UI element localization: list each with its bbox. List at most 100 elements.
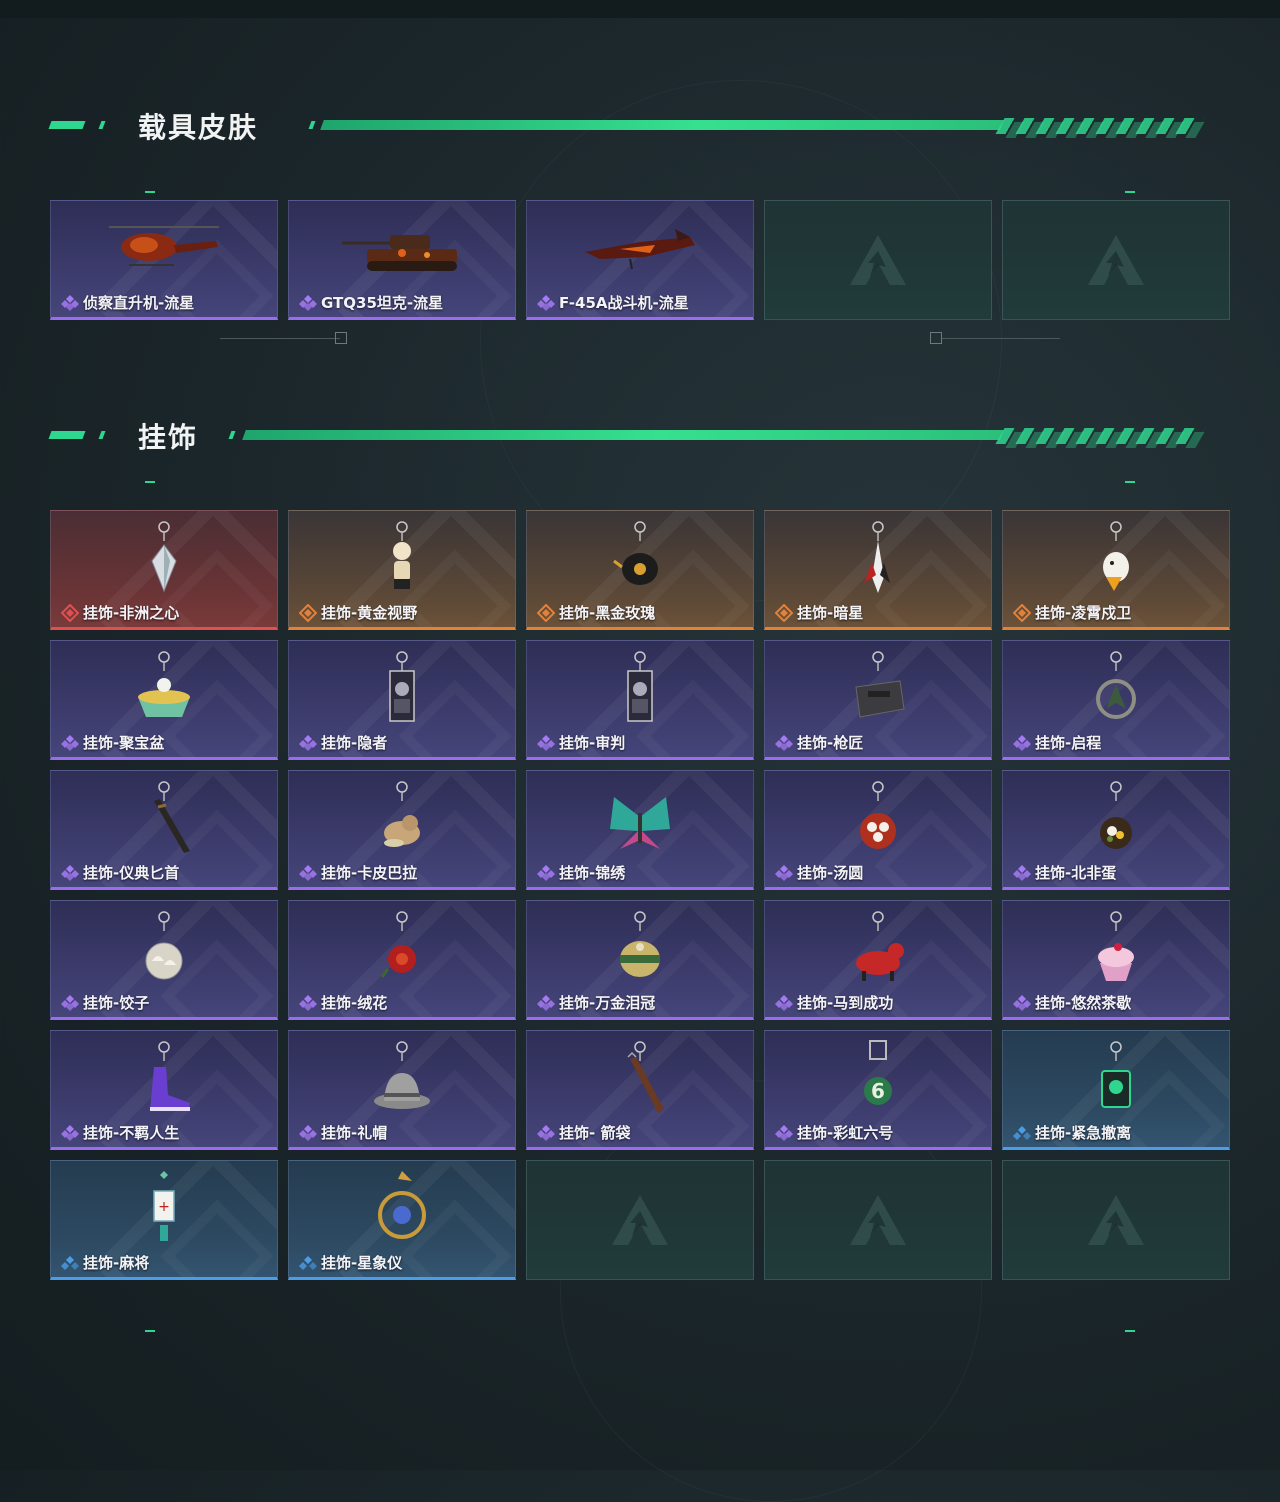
item-name: 挂饰-聚宝盆 xyxy=(83,734,165,752)
header-tick xyxy=(228,431,236,439)
item-name: 挂饰-不羁人生 xyxy=(83,1124,180,1142)
item-card[interactable]: 挂饰-聚宝盆 xyxy=(50,640,278,760)
tarot-card-icon xyxy=(342,647,462,729)
item-name: 挂饰-非洲之心 xyxy=(83,604,180,622)
tank-icon xyxy=(342,207,462,289)
top-bar xyxy=(0,0,1280,18)
item-label: 挂饰-星象仪 xyxy=(299,1252,402,1273)
item-label: 挂饰-审判 xyxy=(537,732,625,753)
item-card[interactable]: 6 挂饰-彩虹六号 xyxy=(764,1030,992,1150)
item-label: 挂饰- 箭袋 xyxy=(537,1122,630,1143)
section-title: 挂饰 xyxy=(138,421,199,454)
rarity-diamond-icon xyxy=(537,864,555,882)
charm-section-header: 挂饰 xyxy=(48,418,1210,458)
rarity-diamond-icon xyxy=(299,294,317,312)
vehicle-section-header: 载具皮肤 xyxy=(48,108,1210,148)
rarity-diamond-icon xyxy=(537,603,555,622)
item-label: 挂饰-紧急撤离 xyxy=(1013,1122,1131,1143)
astrolabe-icon xyxy=(342,1167,462,1249)
chick-charm-icon xyxy=(1056,517,1176,599)
item-name: 挂饰-饺子 xyxy=(83,994,150,1012)
item-name: 挂饰-礼帽 xyxy=(321,1124,388,1142)
item-name: 挂饰-北非蛋 xyxy=(1035,864,1117,882)
item-card[interactable]: 挂饰-不羁人生 xyxy=(50,1030,278,1150)
placeholder-logo-icon xyxy=(848,1193,908,1247)
item-name: F-45A战斗机-流星 xyxy=(559,294,689,312)
rarity-diamond-icon xyxy=(299,1254,317,1272)
item-card[interactable]: 挂饰-礼帽 xyxy=(288,1030,516,1150)
item-card[interactable]: F-45A战斗机-流星 xyxy=(526,200,754,320)
item-label: 挂饰-非洲之心 xyxy=(61,602,179,623)
item-card[interactable]: 挂饰-马到成功 xyxy=(764,900,992,1020)
item-card[interactable]: 侦察直升机-流星 xyxy=(50,200,278,320)
item-card[interactable]: 挂饰-启程 xyxy=(1002,640,1230,760)
item-card[interactable]: 挂饰-悠然茶歇 xyxy=(1002,900,1230,1020)
quiver-icon xyxy=(580,1037,700,1119)
header-tick xyxy=(98,431,106,439)
item-card[interactable]: 挂饰-绒花 xyxy=(288,900,516,1020)
item-label: 挂饰-麻将 xyxy=(61,1252,149,1273)
item-name: 挂饰-马到成功 xyxy=(797,994,894,1012)
helicopter-icon xyxy=(104,207,224,289)
item-name: 挂饰-隐者 xyxy=(321,734,388,752)
item-label: 挂饰-暗星 xyxy=(775,602,863,623)
header-checker xyxy=(995,432,1205,448)
item-card[interactable]: 挂饰-星象仪 xyxy=(288,1160,516,1280)
item-label: 挂饰-马到成功 xyxy=(775,992,893,1013)
item-card[interactable]: 挂饰-非洲之心 xyxy=(50,510,278,630)
item-card[interactable]: 挂饰-枪匠 xyxy=(764,640,992,760)
fighter-jet-icon xyxy=(580,207,700,289)
corner-mark xyxy=(1125,1330,1135,1332)
item-card[interactable]: 挂饰-锦绣 xyxy=(526,770,754,890)
crown-icon xyxy=(580,907,700,989)
item-card[interactable]: 挂饰-凌霄戍卫 xyxy=(1002,510,1230,630)
item-card[interactable]: + 挂饰-麻将 xyxy=(50,1160,278,1280)
item-label: 挂饰-锦绣 xyxy=(537,862,625,883)
header-line xyxy=(320,120,1004,130)
empty-slot xyxy=(1002,200,1230,320)
item-label: 侦察直升机-流星 xyxy=(61,292,194,313)
empty-slot xyxy=(764,200,992,320)
empty-slot xyxy=(526,1160,754,1280)
item-card[interactable]: 挂饰-饺子 xyxy=(50,900,278,1020)
rarity-diamond-icon xyxy=(299,1124,317,1142)
item-name: 挂饰-审判 xyxy=(559,734,626,752)
placeholder-logo-icon xyxy=(1086,233,1146,287)
charm-grid: 挂饰-非洲之心 挂饰-黄金视野 挂饰-黑金玫瑰 挂饰-暗星 挂饰-凌霄戍卫 挂饰-聚宝盆挂… xyxy=(50,510,1230,1280)
item-card[interactable]: 挂饰-北非蛋 xyxy=(1002,770,1230,890)
item-card[interactable]: 挂饰-万金泪冠 xyxy=(526,900,754,1020)
placeholder-logo-icon xyxy=(610,1193,670,1247)
rarity-diamond-icon xyxy=(775,603,793,622)
item-card[interactable]: 挂饰-汤圆 xyxy=(764,770,992,890)
item-card[interactable]: 挂饰-黑金玫瑰 xyxy=(526,510,754,630)
item-label: 挂饰-聚宝盆 xyxy=(61,732,164,753)
empty-slot xyxy=(1002,1160,1230,1280)
item-label: 挂饰-彩虹六号 xyxy=(775,1122,893,1143)
figure-charm-icon xyxy=(342,517,462,599)
bird-charm-icon xyxy=(818,517,938,599)
capybara-icon xyxy=(342,777,462,859)
item-card[interactable]: 挂饰-黄金视野 xyxy=(288,510,516,630)
item-card[interactable]: 挂饰-卡皮巴拉 xyxy=(288,770,516,890)
item-card[interactable]: 挂饰-紧急撤离 xyxy=(1002,1030,1230,1150)
item-card[interactable]: GTQ35坦克-流星 xyxy=(288,200,516,320)
header-tick xyxy=(98,121,106,129)
cupcake-icon xyxy=(1056,907,1176,989)
item-label: 挂饰-枪匠 xyxy=(775,732,863,753)
item-name: 挂饰-黑金玫瑰 xyxy=(559,604,656,622)
rarity-diamond-icon xyxy=(61,864,79,882)
item-card[interactable]: 挂饰- 箭袋 xyxy=(526,1030,754,1150)
rarity-diamond-icon xyxy=(1013,734,1031,752)
treasure-bowl-icon xyxy=(104,647,224,729)
corner-mark xyxy=(1125,191,1135,193)
item-label: 挂饰-绒花 xyxy=(299,992,387,1013)
header-line xyxy=(242,430,1004,440)
item-label: 挂饰-黑金玫瑰 xyxy=(537,602,655,623)
sneaker-icon xyxy=(104,1037,224,1119)
vehicle-grid: 侦察直升机-流星 GTQ35坦克-流星 F-45A战斗机-流星 xyxy=(50,200,1230,320)
item-card[interactable]: 挂饰-仪典匕首 xyxy=(50,770,278,890)
item-card[interactable]: 挂饰-审判 xyxy=(526,640,754,760)
item-card[interactable]: 挂饰-暗星 xyxy=(764,510,992,630)
butterfly-icon xyxy=(580,777,700,859)
item-card[interactable]: 挂饰-隐者 xyxy=(288,640,516,760)
